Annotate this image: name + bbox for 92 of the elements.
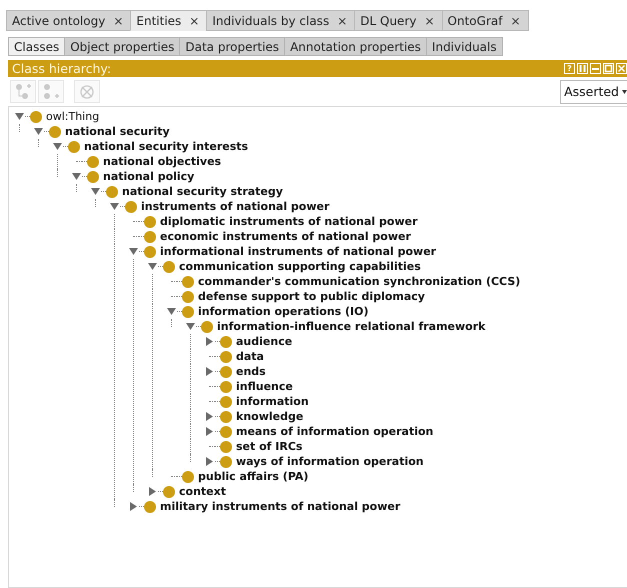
class-label[interactable]: information operations (IO) (198, 305, 369, 318)
close-button[interactable]: × (189, 14, 200, 28)
class-label[interactable]: ends (236, 365, 266, 378)
add-sibling-icon (42, 83, 60, 100)
class-label[interactable]: national policy (103, 170, 194, 183)
close-button[interactable]: × (510, 14, 521, 28)
class-bullet-icon (87, 156, 99, 168)
collapsed-triangle-icon[interactable] (204, 367, 214, 376)
view-title: Class hierarchy: (12, 61, 112, 76)
expanded-triangle-icon[interactable] (148, 262, 156, 271)
class-bullet-icon (220, 336, 232, 348)
class-label[interactable]: ways of information operation (236, 455, 424, 468)
class-bullet-icon (144, 500, 156, 512)
class-label[interactable]: public affairs (PA) (198, 470, 308, 483)
class-label[interactable]: context (179, 485, 226, 498)
class-bullet-icon (182, 470, 194, 482)
class-label[interactable]: instruments of national power (141, 200, 330, 213)
class-bullet-icon (106, 186, 118, 198)
expanded-triangle-icon[interactable] (90, 187, 100, 196)
class-bullet-icon (163, 260, 175, 272)
class-bullet-icon (144, 230, 156, 242)
collapsed-triangle-icon[interactable] (204, 457, 214, 466)
class-label[interactable]: national security interests (84, 140, 248, 153)
class-bullet-icon (87, 170, 99, 182)
tab[interactable]: Data properties (179, 37, 284, 56)
class-bullet-icon (182, 290, 194, 302)
class-bullet-icon (220, 366, 232, 378)
expanded-triangle-icon[interactable] (14, 112, 24, 121)
add-subclass-icon (14, 83, 32, 100)
class-label[interactable]: audience (236, 335, 292, 348)
expanded-triangle-icon[interactable] (166, 307, 176, 316)
tab[interactable]: OntoGraf × (442, 10, 529, 31)
class-bullet-icon (220, 456, 232, 468)
class-bullet-icon (220, 410, 232, 422)
expanded-triangle-icon[interactable] (186, 322, 194, 331)
class-label[interactable]: information-influence relational framework (217, 320, 486, 333)
class-bullet-icon (182, 276, 194, 288)
class-label[interactable]: influence (236, 380, 293, 393)
class-bullet-icon (220, 350, 232, 362)
class-label[interactable]: economic instruments of national power (160, 230, 411, 243)
collapsed-triangle-icon[interactable] (204, 412, 214, 421)
class-label[interactable]: informational instruments of national power (160, 245, 436, 258)
class-bullet-icon (182, 306, 194, 318)
class-label[interactable]: commander's communication synchronization (CCS) (198, 275, 520, 288)
expanded-triangle-icon[interactable] (110, 202, 118, 211)
class-label[interactable]: national objectives (103, 155, 222, 168)
caret-icon (622, 90, 627, 94)
class-label[interactable]: national security (65, 125, 170, 138)
class-bullet-icon (49, 126, 61, 138)
tab[interactable]: Individuals (426, 37, 503, 56)
class-label[interactable]: knowledge (236, 410, 304, 423)
close-button[interactable]: × (337, 14, 348, 28)
close-button[interactable]: × (113, 14, 124, 28)
class-bullet-icon (125, 200, 137, 212)
expanded-triangle-icon[interactable] (72, 172, 80, 181)
class-label[interactable]: military instruments of national power (160, 500, 400, 513)
expanded-triangle-icon[interactable] (128, 247, 138, 256)
class-label[interactable]: information (236, 395, 309, 408)
tab[interactable]: Classes (8, 37, 64, 56)
collapsed-triangle-icon[interactable] (204, 337, 214, 346)
collapsed-triangle-icon[interactable] (204, 427, 214, 436)
tab[interactable]: Object properties (64, 37, 180, 56)
class-bullet-icon (201, 320, 213, 332)
class-bullet-icon (30, 110, 42, 122)
tab[interactable]: Active ontology × (6, 10, 130, 31)
class-label[interactable]: means of information operation (236, 425, 434, 438)
class-label[interactable]: set of IRCs (236, 440, 302, 453)
collapsed-triangle-icon[interactable] (148, 487, 156, 496)
class-bullet-icon (220, 396, 232, 408)
class-label[interactable]: communication supporting capabilities (179, 260, 421, 273)
class-bullet-icon (163, 486, 175, 498)
class-label[interactable]: diplomatic instruments of national power (160, 215, 418, 228)
class-label[interactable]: defense support to public diplomacy (198, 290, 425, 303)
tab[interactable]: Entities × (130, 10, 206, 31)
tab[interactable]: Annotation properties (284, 37, 426, 56)
tab[interactable]: Individuals by class × (206, 10, 354, 31)
close-button[interactable]: × (424, 14, 435, 28)
mode-dropdown[interactable]: Asserted (560, 80, 627, 104)
collapsed-triangle-icon[interactable] (128, 502, 138, 511)
delete-icon (78, 83, 96, 100)
class-bullet-icon (220, 426, 232, 438)
class-bullet-icon (220, 380, 232, 392)
class-bullet-icon (220, 440, 232, 452)
class-bullet-icon (144, 246, 156, 258)
class-bullet-icon (68, 140, 80, 152)
expanded-triangle-icon[interactable] (34, 127, 42, 136)
class-label[interactable]: data (236, 350, 264, 363)
class-label[interactable]: national security strategy (122, 185, 283, 198)
tab[interactable]: DL Query × (354, 10, 442, 31)
class-label[interactable]: owl:Thing (46, 110, 100, 123)
class-bullet-icon (144, 216, 156, 228)
expanded-triangle-icon[interactable] (52, 142, 62, 151)
